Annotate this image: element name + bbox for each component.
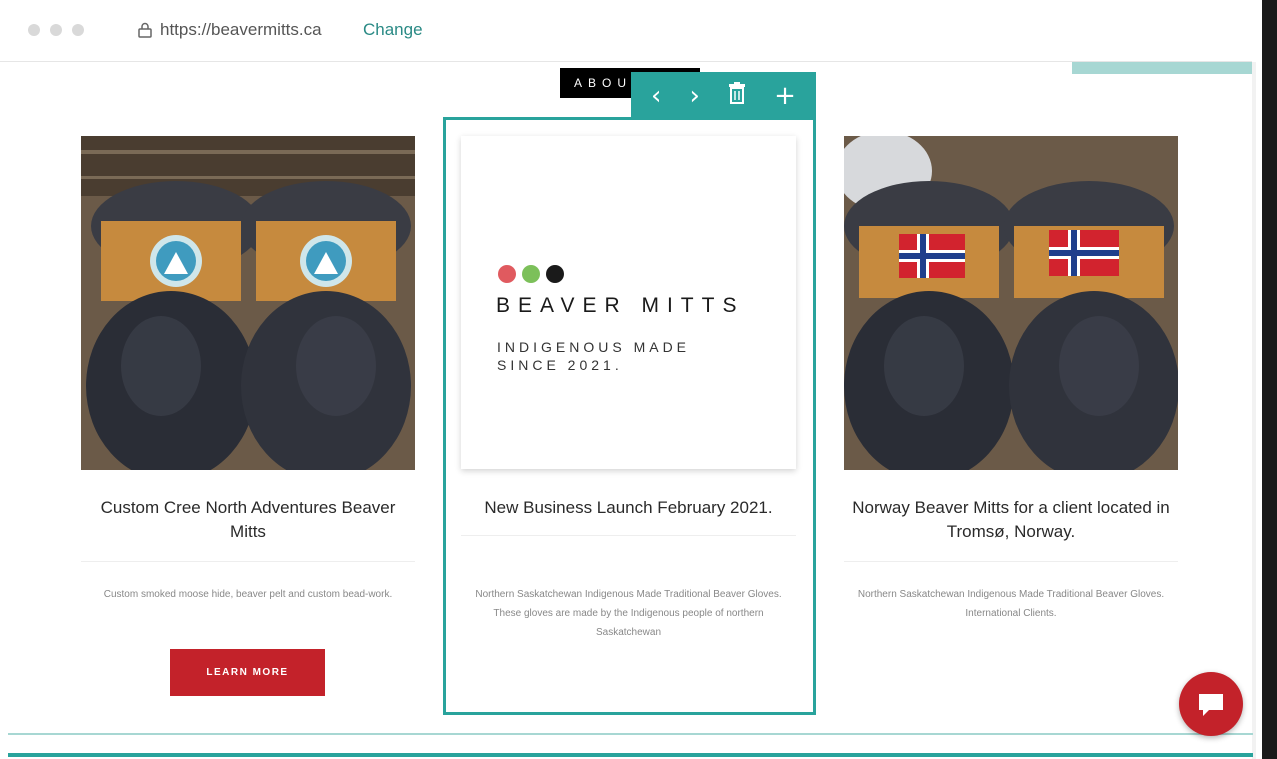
page-edge [1252,62,1256,759]
mitts-photo [81,136,415,470]
browser-address-bar: https://beavermitts.ca Change [0,0,1252,62]
url-text: https://beavermitts.ca [160,20,322,39]
learn-more-button[interactable]: LEARN MORE [170,649,325,696]
chat-icon [1199,694,1223,716]
window-controls [28,24,84,36]
mitts-photo [844,136,1178,470]
card-description: Custom smoked moose hide, beaver pelt an… [103,589,393,600]
window-minimize-button[interactable] [50,24,62,36]
norway-flag-left [899,234,965,278]
add-block-button[interactable]: + [774,83,796,109]
lock-icon [138,22,152,38]
card-image-cree-mitts[interactable] [81,136,415,470]
section-accent-bar [1072,62,1252,74]
card-title: Custom Cree North Adventures Beaver Mitt… [100,498,396,541]
norway-flag-right [1049,230,1119,276]
selected-block-outline[interactable] [443,117,816,715]
change-url-link[interactable]: Change [363,20,423,40]
card-image-norway-mitts[interactable] [844,136,1178,470]
section-divider-accent [8,753,1253,757]
trash-icon[interactable] [728,82,746,109]
window-maximize-button[interactable] [72,24,84,36]
chat-button[interactable] [1179,672,1243,736]
window-close-button[interactable] [28,24,40,36]
card-title: Norway Beaver Mitts for a client located… [852,498,1170,541]
move-left-button[interactable]: ‹ [651,83,661,109]
card-divider [844,561,1178,562]
section-divider [8,733,1253,735]
move-right-button[interactable]: › [690,83,700,109]
card-description: Northern Saskatchewan Indigenous Made Tr… [857,589,1165,619]
card-divider [81,561,415,562]
block-editor-toolbar: ‹ › + [631,72,816,119]
scrollbar[interactable] [1262,0,1277,759]
